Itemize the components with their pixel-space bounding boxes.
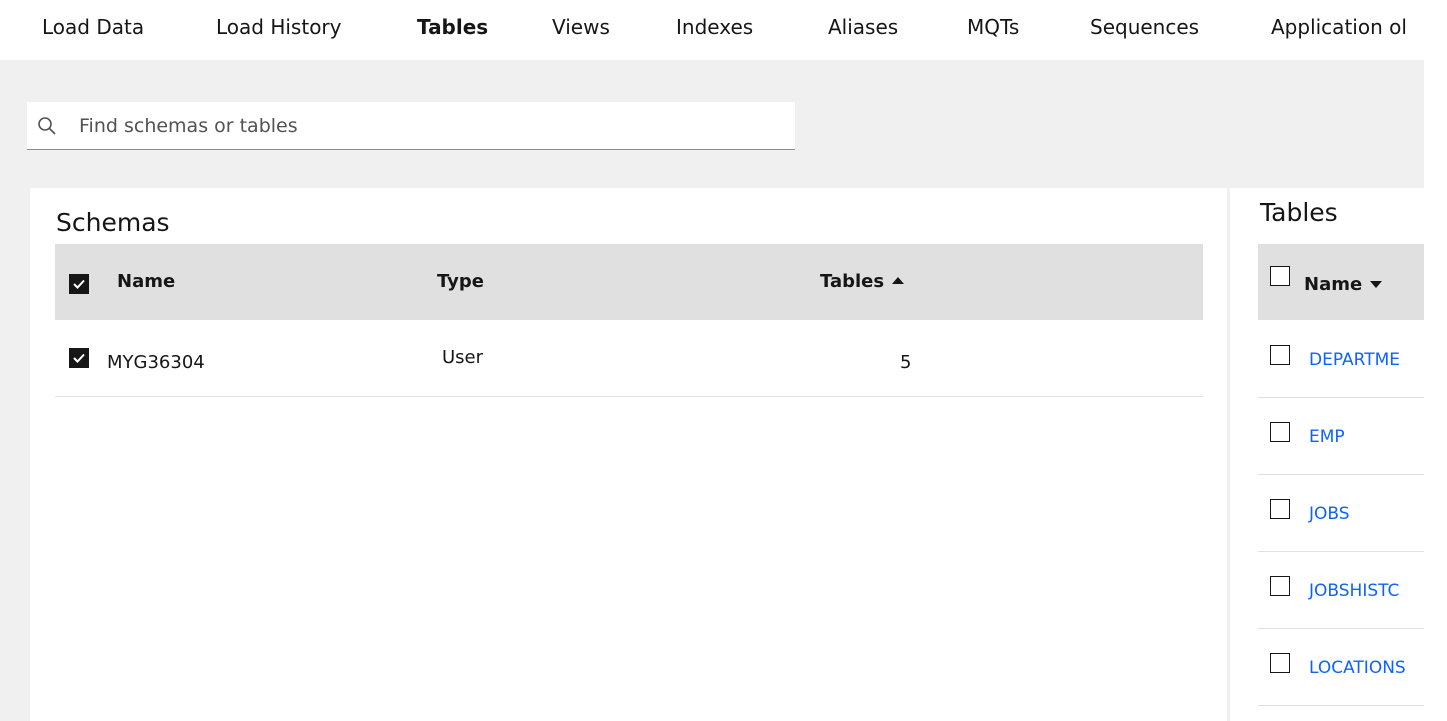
- table-row[interactable]: DEPARTME: [1258, 320, 1424, 398]
- column-header-tables[interactable]: Tables: [820, 271, 905, 292]
- tab-sequences[interactable]: Sequences: [1090, 14, 1199, 40]
- table-row[interactable]: JOBSHISTC: [1258, 551, 1424, 629]
- sort-ascending-icon: [892, 276, 905, 284]
- column-header-tables-label: Tables: [820, 271, 885, 292]
- row-checkbox[interactable]: [1270, 422, 1290, 442]
- tab-mqts[interactable]: MQTs: [967, 14, 1019, 40]
- tab-indexes[interactable]: Indexes: [676, 14, 753, 40]
- table-row[interactable]: LOCATIONS: [1258, 628, 1424, 706]
- table-link[interactable]: JOBSHISTC: [1309, 581, 1399, 601]
- tab-views[interactable]: Views: [552, 14, 610, 40]
- tables-select-all-checkbox[interactable]: [1270, 266, 1290, 286]
- search-input[interactable]: [77, 102, 781, 150]
- schema-table-count: 5: [900, 352, 912, 373]
- schemas-table-header: Name Type Tables: [55, 244, 1203, 320]
- checkmark-icon: [73, 279, 85, 289]
- table-row[interactable]: JOBS: [1258, 474, 1424, 552]
- sort-descending-icon: [1370, 280, 1383, 288]
- row-checkbox[interactable]: [1270, 653, 1290, 673]
- table-link[interactable]: DEPARTME: [1309, 350, 1400, 370]
- column-header-type[interactable]: Type: [437, 271, 484, 292]
- column-header-name[interactable]: Name: [1304, 274, 1383, 295]
- tab-aliases[interactable]: Aliases: [828, 14, 898, 40]
- tables-table-header: Name: [1258, 244, 1424, 320]
- column-header-name-label: Name: [1304, 274, 1363, 295]
- search-icon: [38, 117, 56, 135]
- column-header-name[interactable]: Name: [117, 271, 175, 292]
- row-checkbox[interactable]: [1270, 499, 1290, 519]
- tables-panel: Tables Name DEPARTME EMP JOBS JOBSHISTC …: [1230, 188, 1424, 721]
- tab-tables[interactable]: Tables: [417, 14, 488, 40]
- tables-title: Tables: [1260, 198, 1338, 227]
- tab-application-objects[interactable]: Application ol: [1271, 14, 1436, 40]
- table-row[interactable]: MYG36304 User 5: [55, 320, 1203, 397]
- schemas-select-all-checkbox[interactable]: [69, 274, 89, 294]
- tab-load-data[interactable]: Load Data: [42, 14, 144, 40]
- tab-load-history[interactable]: Load History: [216, 14, 342, 40]
- table-link[interactable]: EMP: [1309, 427, 1345, 447]
- row-checkbox[interactable]: [69, 348, 89, 368]
- schema-type: User: [442, 347, 484, 368]
- top-nav: Load Data Load History Tables Views Inde…: [0, 0, 1447, 60]
- table-link[interactable]: LOCATIONS: [1309, 658, 1406, 678]
- row-checkbox[interactable]: [1270, 576, 1290, 596]
- search-box: [27, 102, 795, 150]
- checkmark-icon: [73, 353, 85, 363]
- table-row[interactable]: EMP: [1258, 397, 1424, 475]
- schema-name: MYG36304: [107, 352, 205, 373]
- right-gutter: [1424, 60, 1447, 721]
- schemas-title: Schemas: [56, 208, 170, 237]
- schemas-panel: Schemas Name Type Tables MYG36304 User 5: [30, 188, 1227, 721]
- row-checkbox[interactable]: [1270, 345, 1290, 365]
- table-link[interactable]: JOBS: [1309, 504, 1350, 524]
